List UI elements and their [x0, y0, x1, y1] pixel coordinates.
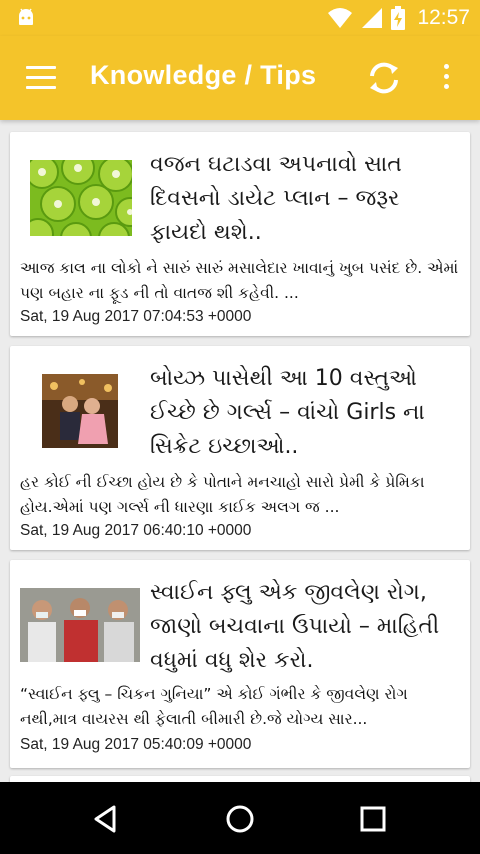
android-icon: [19, 8, 33, 25]
status-bar: 12:57: [0, 0, 480, 36]
article-title[interactable]: વજન ઘટાડવા અપનાવો સાત દિવસનો ડાયેટ પ્લાન…: [150, 148, 456, 250]
article-list: વજન ઘટાડવા અપનાવો સાત દિવસનો ડાયેટ પ્લાન…: [0, 120, 480, 782]
app-bar: Knowledge / Tips: [0, 36, 480, 120]
article-title[interactable]: બોય્ઝ પાસેથી આ 10 વસ્તુઓ ઈચ્છે છે ગર્લ્સ…: [150, 362, 456, 464]
article-excerpt: હર કોઈ ની ઈચ્છા હોય છે કે પોતાને મનચાહો …: [20, 473, 425, 516]
navigation-bar: [0, 782, 480, 854]
article-card[interactable]: વજન ઘટાડવા અપનાવો સાત દિવસનો ડાયેટ પ્લાન…: [10, 132, 470, 336]
article-excerpt: આજ કાલ ના લોકો ને સારું સારું મસાલેદાર ખ…: [20, 259, 459, 302]
page-title: Knowledge / Tips: [90, 60, 317, 90]
recents-icon[interactable]: [356, 802, 390, 836]
back-icon[interactable]: [88, 802, 122, 836]
refresh-icon[interactable]: [364, 58, 404, 98]
masked-people-image: [20, 588, 140, 662]
article-date: Sat, 19 Aug 2017 05:40:09 +0000: [20, 736, 252, 753]
battery-charging-icon: [391, 6, 406, 30]
home-icon[interactable]: [223, 802, 257, 836]
article-excerpt: “સ્વાઈન ફ્લુ – ચિકન ગુનિયા” એ કોઈ ગંભીર …: [20, 685, 408, 728]
article-date: Sat, 19 Aug 2017 07:04:53 +0000: [20, 308, 252, 325]
couple-image: [42, 374, 118, 448]
kiwi-slices-image: [30, 160, 132, 236]
wifi-icon: [328, 8, 353, 28]
article-card[interactable]: સ્વાઈન ફ્લુ એક જીવલેણ રોગ, જાણો બચવાના ઉ…: [10, 560, 470, 768]
menu-icon[interactable]: [26, 66, 58, 90]
article-card[interactable]: બોય્ઝ પાસેથી આ 10 વસ્તુઓ ઈચ્છે છે ગર્લ્સ…: [10, 346, 470, 550]
status-time: 12:57: [417, 6, 470, 29]
signal-icon: [362, 8, 383, 28]
more-vert-icon[interactable]: [440, 64, 452, 94]
article-title[interactable]: સ્વાઈન ફ્લુ એક જીવલેણ રોગ, જાણો બચવાના ઉ…: [150, 576, 456, 678]
article-date: Sat, 19 Aug 2017 06:40:10 +0000: [20, 522, 252, 539]
